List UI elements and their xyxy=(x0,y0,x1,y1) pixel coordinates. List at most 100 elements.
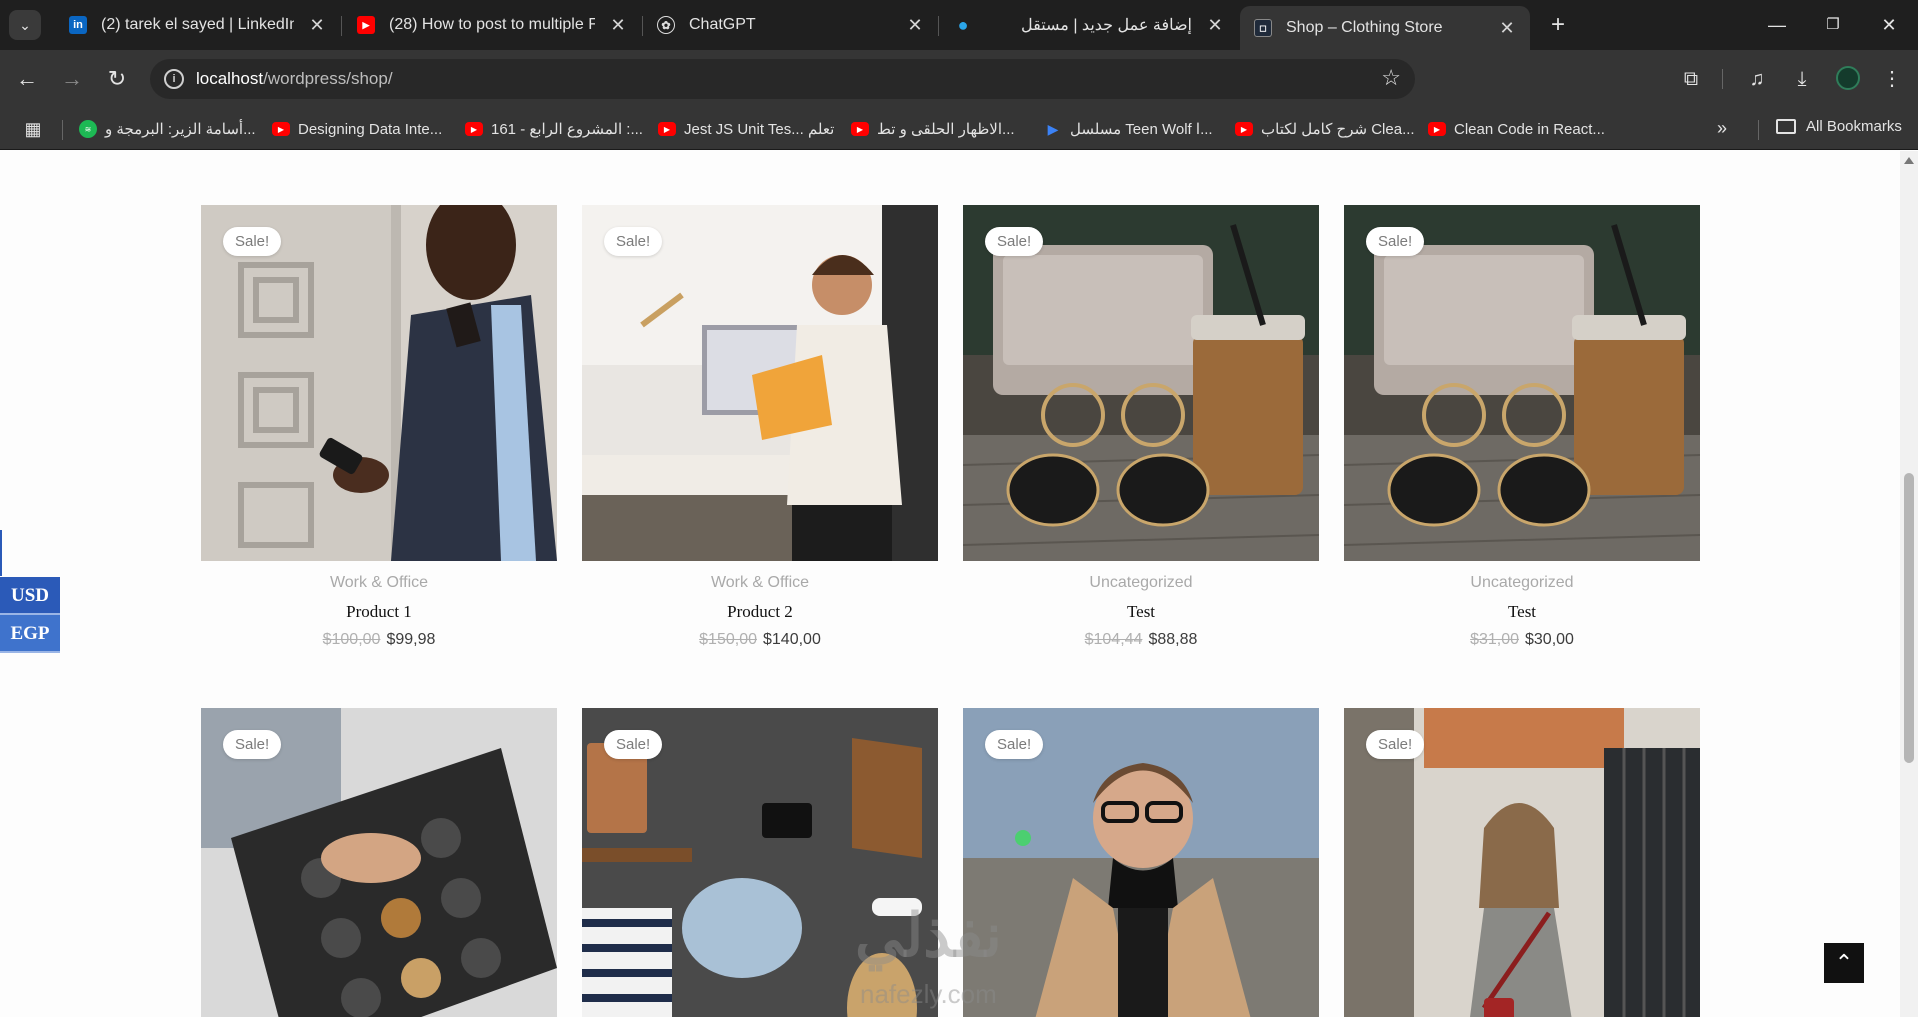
profile-avatar[interactable] xyxy=(1836,66,1860,90)
bookmark-item[interactable]: ▶ الاظهار الحلقى و تط... xyxy=(851,118,1015,140)
scrollbar-thumb[interactable] xyxy=(1904,473,1914,763)
close-tab-icon[interactable]: ✕ xyxy=(609,15,627,36)
forward-arrow-icon[interactable]: → xyxy=(57,64,87,94)
product-photo-man-reading xyxy=(582,205,938,561)
youtube-icon: ▶ xyxy=(1428,122,1446,136)
bookmark-item[interactable]: ▶ 161 - المشروع الرابع :... xyxy=(465,118,643,140)
product-card[interactable]: Sale! xyxy=(201,708,557,1017)
product-name[interactable]: Product 2 xyxy=(582,602,938,622)
apps-grid-icon[interactable]: ▦ xyxy=(22,118,44,140)
product-category[interactable]: Uncategorized xyxy=(1344,574,1700,592)
youtube-icon: ▶ xyxy=(851,122,869,136)
bookmark-star-icon[interactable]: ☆ xyxy=(1381,65,1401,91)
product-card[interactable]: Sale! Work & Office Product 1 $100,00 $99… xyxy=(201,205,557,649)
product-name[interactable]: Product 1 xyxy=(201,602,557,622)
linkedin-icon: in xyxy=(69,16,87,34)
product-photo-man-phone xyxy=(201,205,557,561)
new-tab-button[interactable]: + xyxy=(1543,10,1573,40)
sale-badge: Sale! xyxy=(1366,730,1425,759)
bookmark-item[interactable]: ▶ Designing Data Inte... xyxy=(272,118,442,140)
product-image[interactable]: Sale! xyxy=(582,205,938,561)
page-scrollbar[interactable] xyxy=(1900,151,1918,1017)
tab-youtube[interactable]: ▶ (28) How to post to multiple Fa ✕ xyxy=(343,6,641,44)
browser-toolbar: ← → ↻ i localhost/wordpress/shop/ ☆ ⧉ ♫ … xyxy=(0,50,1918,108)
more-bookmarks-icon[interactable]: » xyxy=(1717,118,1727,139)
reload-icon[interactable]: ↻ xyxy=(102,64,132,94)
extensions-icon[interactable]: ⧉ xyxy=(1677,65,1705,93)
sale-price: $88,88 xyxy=(1148,631,1198,648)
product-image[interactable]: Sale! xyxy=(1344,708,1700,1017)
chatgpt-icon: ✿ xyxy=(657,16,675,34)
nafezly-watermark-text: nafezly.com xyxy=(860,979,997,1009)
tab-search-button[interactable]: ⌄ xyxy=(9,10,41,40)
all-bookmarks-button[interactable]: All Bookmarks xyxy=(1776,118,1902,135)
tab-title: Shop – Clothing Store xyxy=(1286,19,1443,36)
product-card[interactable]: Sale! Uncategorized Test $31,00 $30,00 xyxy=(1344,205,1700,649)
product-category[interactable]: Work & Office xyxy=(201,574,557,592)
sale-price: $99,98 xyxy=(386,631,436,648)
sale-badge: Sale! xyxy=(223,227,282,256)
product-image[interactable]: Sale! xyxy=(963,708,1319,1017)
currency-usd-button[interactable]: USD xyxy=(0,577,60,615)
mostaql-icon: ● xyxy=(957,14,969,35)
bookmark-item[interactable]: ▶ Jest JS Unit Tes... تعلم xyxy=(658,118,834,140)
product-photo-sunglasses-bag xyxy=(963,205,1319,561)
close-tab-icon[interactable]: ✕ xyxy=(906,15,924,36)
scroll-up-arrow-icon[interactable] xyxy=(1904,157,1914,164)
youtube-icon: ▶ xyxy=(658,122,676,136)
more-menu-icon[interactable]: ⋮ xyxy=(1878,65,1906,93)
media-control-icon[interactable]: ♫ xyxy=(1743,65,1771,93)
old-price: $104,44 xyxy=(1084,631,1143,648)
product-price: $150,00 $140,00 xyxy=(582,631,938,649)
product-image[interactable]: Sale! xyxy=(201,708,557,1017)
sale-badge: Sale! xyxy=(604,730,663,759)
product-image[interactable]: Sale! xyxy=(1344,205,1700,561)
bookmark-label: Designing Data Inte... xyxy=(298,120,443,138)
old-price: $150,00 xyxy=(699,631,757,648)
tab-mostaql[interactable]: ● إضافة عمل جديد | مستقل ✕ xyxy=(940,6,1238,44)
site-info-icon[interactable]: i xyxy=(164,69,184,89)
product-card[interactable]: Sale! Uncategorized Test $104,44 $88,88 xyxy=(963,205,1319,649)
tab-chatgpt[interactable]: ✿ ChatGPT ✕ xyxy=(643,6,938,44)
close-tab-icon[interactable]: ✕ xyxy=(308,15,326,36)
back-to-top-button[interactable]: ⌃ xyxy=(1824,943,1864,983)
product-name[interactable]: Test xyxy=(1344,602,1700,622)
tab-shop[interactable]: ◻ Shop – Clothing Store ✕ xyxy=(1240,6,1530,50)
close-window-icon[interactable]: ✕ xyxy=(1874,12,1904,38)
close-tab-icon[interactable]: ✕ xyxy=(1498,18,1516,39)
product-card[interactable]: Sale! xyxy=(1344,708,1700,1017)
sale-price: $30,00 xyxy=(1525,631,1574,648)
product-name[interactable]: Test xyxy=(963,602,1319,622)
restore-icon[interactable]: ❐ xyxy=(1818,12,1848,38)
bookmark-item[interactable]: ▶ شرح كامل لكتاب Clea... xyxy=(1235,118,1415,140)
old-price: $31,00 xyxy=(1470,631,1519,648)
product-image[interactable]: Sale! xyxy=(963,205,1319,561)
close-tab-icon[interactable]: ✕ xyxy=(1206,15,1224,36)
bookmark-item[interactable]: ▶ Clean Code in React... xyxy=(1428,118,1605,140)
bookmark-label: الاظهار الحلقى و تط... xyxy=(877,121,1015,138)
product-category[interactable]: Uncategorized xyxy=(963,574,1319,592)
minimize-icon[interactable]: — xyxy=(1762,12,1792,38)
currency-egp-button[interactable]: EGP xyxy=(0,615,60,653)
bookmark-divider xyxy=(1758,120,1759,140)
sale-badge: Sale! xyxy=(985,730,1044,759)
currency-switcher-accent xyxy=(0,530,2,576)
bookmark-label: شرح كامل لكتاب Clea... xyxy=(1261,121,1415,138)
bookmark-item[interactable]: ▶ مسلسل Teen Wolf ا... xyxy=(1044,118,1213,140)
product-category[interactable]: Work & Office xyxy=(582,574,938,592)
product-card[interactable]: Sale! Work & Office Product 2 $150,00 $14… xyxy=(582,205,938,649)
back-arrow-icon[interactable]: ← xyxy=(12,64,42,94)
youtube-icon: ▶ xyxy=(272,122,290,136)
tab-title: (28) How to post to multiple Fa xyxy=(389,16,595,33)
url-text[interactable]: localhost/wordpress/shop/ xyxy=(196,69,393,89)
youtube-icon: ▶ xyxy=(1235,122,1253,136)
download-icon[interactable]: ⤓ xyxy=(1788,65,1816,93)
bookmark-item[interactable]: ≋ أسامة الزير: البرمجة و... xyxy=(79,118,256,140)
product-price: $31,00 $30,00 xyxy=(1344,631,1700,649)
product-card[interactable]: Sale! xyxy=(963,708,1319,1017)
tab-linkedin[interactable]: in (2) tarek el sayed | LinkedIn ✕ xyxy=(55,6,340,44)
chevron-up-icon: ⌃ xyxy=(1834,950,1854,975)
address-bar[interactable]: i localhost/wordpress/shop/ ☆ xyxy=(150,59,1415,99)
product-image[interactable]: Sale! xyxy=(201,205,557,561)
nafezly-watermark-logo: نفذلي xyxy=(855,902,1002,969)
